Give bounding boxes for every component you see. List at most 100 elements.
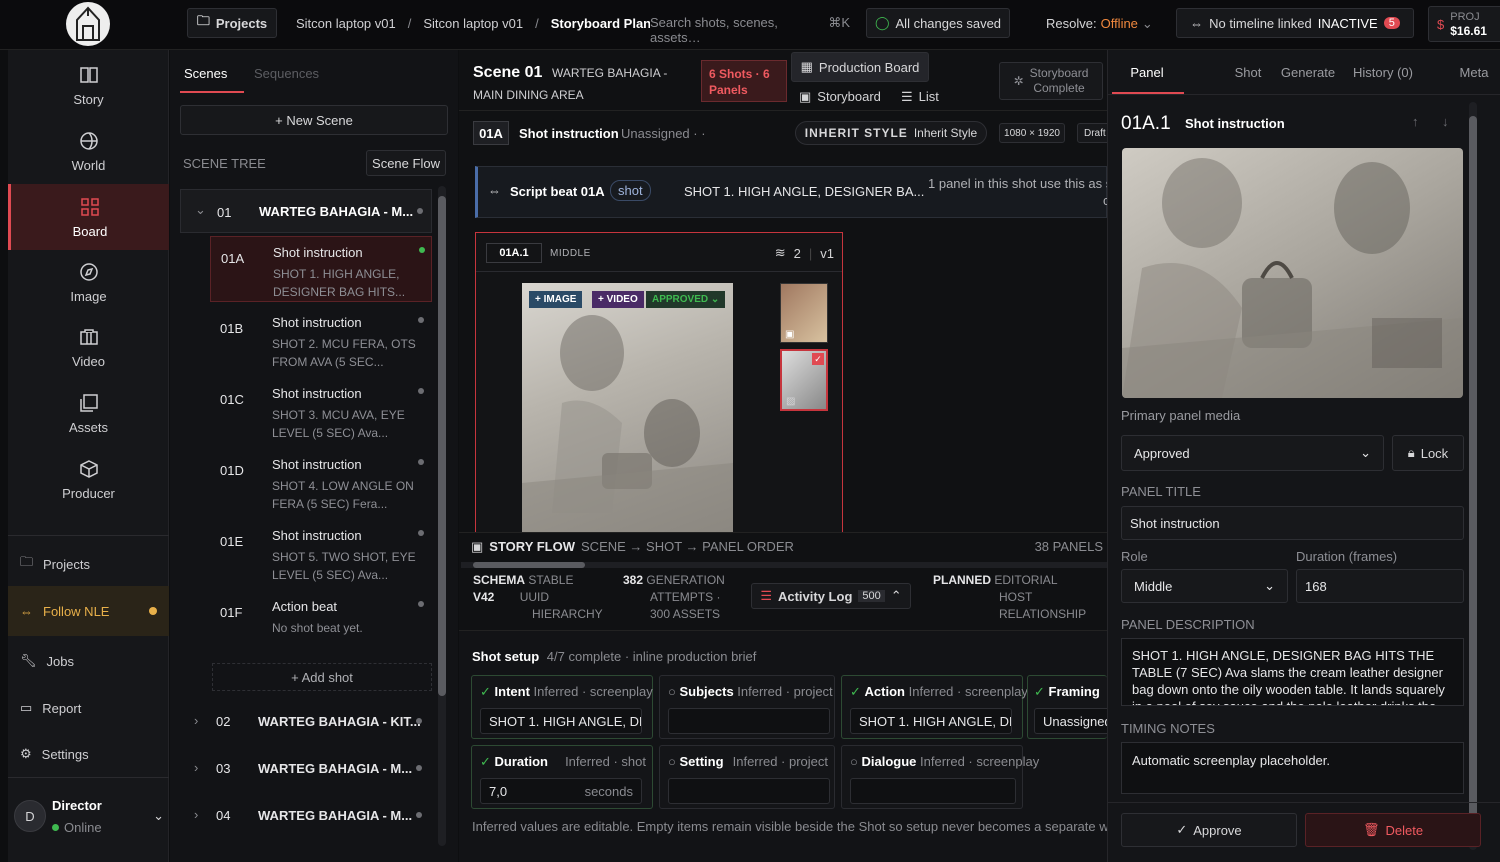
- scene-row[interactable]: › 03 WARTEG BAHAGIA - M...: [180, 749, 432, 789]
- status-dot: [418, 388, 424, 394]
- nav-story[interactable]: Story: [8, 53, 169, 117]
- scene-row[interactable]: › 02 WARTEG BAHAGIA - KIT...: [180, 702, 432, 742]
- horizontal-scrollbar[interactable]: [461, 562, 1107, 568]
- duration-frames-input[interactable]: 168: [1296, 569, 1464, 603]
- nav-producer[interactable]: Producer: [8, 447, 169, 511]
- delete-button[interactable]: 🗑︎ Delete: [1305, 813, 1481, 847]
- shot-summary: SHOT 2. MCU FERA, OTS FROM AVA (5 SEC...: [272, 337, 416, 369]
- top-bar: 🗀 Projects Sitcon laptop v01/ Sitcon lapt…: [0, 0, 1500, 50]
- nav-report[interactable]: ▭ Report: [8, 690, 169, 726]
- status-dot: [418, 530, 424, 536]
- shot-item[interactable]: 01C Shot instruction SHOT 3. MCU AVA, EY…: [210, 378, 432, 444]
- field-intent: ✓ Intent Inferred · screenplay SHOT 1. H…: [471, 675, 653, 739]
- scene-row-01[interactable]: ⌄ 01 WARTEG BAHAGIA - M...: [180, 189, 432, 233]
- intent-input[interactable]: SHOT 1. HIGH ANGLE, DES: [480, 708, 642, 734]
- thumbnail-image[interactable]: ✓ ▨: [780, 349, 828, 411]
- new-scene-button[interactable]: + New Scene: [180, 105, 448, 135]
- nav-jobs[interactable]: 🔧︎ Jobs: [8, 643, 169, 679]
- shot-assignee[interactable]: Unassigned · ·: [621, 126, 706, 141]
- arrow-down-icon[interactable]: ↓: [1442, 114, 1449, 129]
- nav-settings[interactable]: ⚙ Settings: [8, 736, 169, 772]
- projects-button[interactable]: 🗀 Projects: [187, 8, 277, 38]
- inspector-tab[interactable]: Panel: [1122, 65, 1172, 80]
- shot-code: 01B: [220, 321, 244, 336]
- search-input[interactable]: Search shots, scenes, assets… ⌘K: [650, 15, 850, 45]
- shot-item[interactable]: 01F Action beat No shot beat yet.: [210, 591, 432, 657]
- setting-input[interactable]: [668, 778, 830, 804]
- field-duration: ✓ Duration Inferred · shot 7,0 seconds: [471, 745, 653, 809]
- user-menu[interactable]: D Director Online ⌄: [14, 796, 164, 840]
- draft-badge[interactable]: Draft: [1077, 123, 1111, 143]
- app-logo[interactable]: [66, 2, 110, 46]
- panel-description-input[interactable]: SHOT 1. HIGH ANGLE, DESIGNER BAG HITS TH…: [1121, 638, 1464, 706]
- add-shot-button[interactable]: + Add shot: [212, 663, 432, 691]
- script-beat-bar[interactable]: ⇔ Script beat 01A shot SHOT 1. HIGH ANGL…: [475, 166, 1112, 218]
- resolve-status[interactable]: Resolve: Offline ⌄: [1046, 16, 1153, 32]
- status-dot: [418, 601, 424, 607]
- resolution-badge[interactable]: 1080 × 1920: [999, 123, 1065, 143]
- approved-status-tag[interactable]: APPROVED ⌄: [646, 291, 726, 308]
- timeline-status[interactable]: ⇔ No timeline linked INACTIVE 5: [1176, 8, 1414, 38]
- shot-item[interactable]: 01D Shot instruction SHOT 4. LOW ANGLE O…: [210, 449, 432, 515]
- status-select[interactable]: Approved ⌄: [1121, 435, 1384, 471]
- status-dot: [418, 317, 424, 323]
- breadcrumb-project[interactable]: Sitcon laptop v01: [296, 16, 396, 31]
- primary-media-image[interactable]: [1122, 148, 1463, 398]
- tab-sequences[interactable]: Sequences: [254, 66, 319, 81]
- dialogue-input[interactable]: [850, 778, 1016, 804]
- shot-item[interactable]: 01B Shot instruction SHOT 2. MCU FERA, O…: [210, 307, 432, 373]
- action-input[interactable]: SHOT 1. HIGH ANGLE, DES: [850, 708, 1012, 734]
- duration-input[interactable]: 7,0 seconds: [480, 778, 642, 804]
- layers-icon: ≋: [774, 245, 786, 260]
- shot-code-badge: 01A: [473, 121, 509, 145]
- lock-button[interactable]: 🔒︎ Lock: [1392, 435, 1464, 471]
- breadcrumb-page[interactable]: Storyboard Plann: [551, 16, 659, 31]
- nav-projects[interactable]: 🗀 Projects: [8, 546, 169, 582]
- activity-log-button[interactable]: ☰ Activity Log 500 ⌃: [751, 583, 911, 609]
- production-board-tab[interactable]: ▦ Production Board: [791, 52, 929, 82]
- tab-scenes[interactable]: Scenes: [184, 66, 227, 81]
- nav-world[interactable]: World: [8, 119, 169, 183]
- follow-nle-toggle[interactable]: ⇔ Follow NLE: [8, 586, 169, 636]
- scene-flow-button[interactable]: Scene Flow: [366, 150, 446, 176]
- shot-item[interactable]: 01A Shot instruction SHOT 1. HIGH ANGLE,…: [210, 236, 432, 302]
- scene-row[interactable]: › 04 WARTEG BAHAGIA - M...: [180, 796, 432, 836]
- inherit-style-select[interactable]: INHERIT STYLE Inherit Style: [795, 121, 987, 145]
- thumbnail-video[interactable]: ▣: [780, 283, 828, 343]
- nav-board[interactable]: Board: [8, 184, 169, 250]
- arrow-up-icon[interactable]: ↑: [1412, 114, 1419, 129]
- panel-image[interactable]: + IMAGE + VIDEO APPROVED ⌄: [522, 283, 733, 532]
- add-image-tag[interactable]: + IMAGE: [529, 291, 583, 308]
- status-dot: [419, 247, 425, 253]
- cost-widget[interactable]: $ PROJ $16.61: [1428, 6, 1500, 42]
- list-tab[interactable]: ☰ List: [901, 89, 939, 105]
- breadcrumb-version[interactable]: Sitcon laptop v01: [423, 16, 523, 31]
- inspector-tab[interactable]: Meta: [1434, 65, 1500, 80]
- chevron-right-icon: ›: [194, 807, 199, 822]
- shot-summary: SHOT 1. HIGH ANGLE, DESIGNER BAG HITS...: [273, 267, 406, 299]
- timing-notes-input[interactable]: Automatic screenplay placeholder.: [1121, 742, 1464, 794]
- shot-item[interactable]: 01E Shot instruction SHOT 5. TWO SHOT, E…: [210, 520, 432, 586]
- nav-video[interactable]: Video: [8, 315, 169, 379]
- inspector-scrollbar[interactable]: [1469, 102, 1477, 850]
- panel-card[interactable]: 01A.1 MIDDLE ≋ 2 | v1 + IMAGE + VIDEO APPRO…: [475, 232, 843, 532]
- storyboard-tab[interactable]: ▣ Storyboard: [799, 89, 881, 105]
- shot-title: Shot instruction: [272, 315, 362, 330]
- field-subjects: ○ Subjects Inferred · project: [659, 675, 835, 739]
- role-select[interactable]: Middle ⌄: [1121, 569, 1288, 603]
- scrollbar[interactable]: [438, 186, 446, 846]
- inspector-tab[interactable]: Generate: [1268, 65, 1348, 80]
- nav-image[interactable]: Image: [8, 250, 169, 314]
- shot-setup: Shot setup 4/7 complete · inline product…: [459, 630, 1107, 862]
- nav-assets[interactable]: Assets: [8, 381, 169, 445]
- subjects-input[interactable]: [668, 708, 830, 734]
- storyboard-complete-button[interactable]: ✲ Storyboard Complete: [999, 62, 1103, 100]
- approve-button[interactable]: ✓ Approve: [1121, 813, 1297, 847]
- panel-code: 01A.1: [486, 243, 542, 263]
- panel-title-input[interactable]: Shot instruction: [1121, 506, 1464, 540]
- add-video-tag[interactable]: + VIDEO: [592, 291, 644, 308]
- field-framing: ✓ Framing Unassigned: [1027, 675, 1107, 739]
- shot-code: 01F: [220, 605, 243, 620]
- inspector-tab[interactable]: History (0): [1343, 65, 1423, 80]
- framing-input[interactable]: Unassigned: [1034, 708, 1107, 734]
